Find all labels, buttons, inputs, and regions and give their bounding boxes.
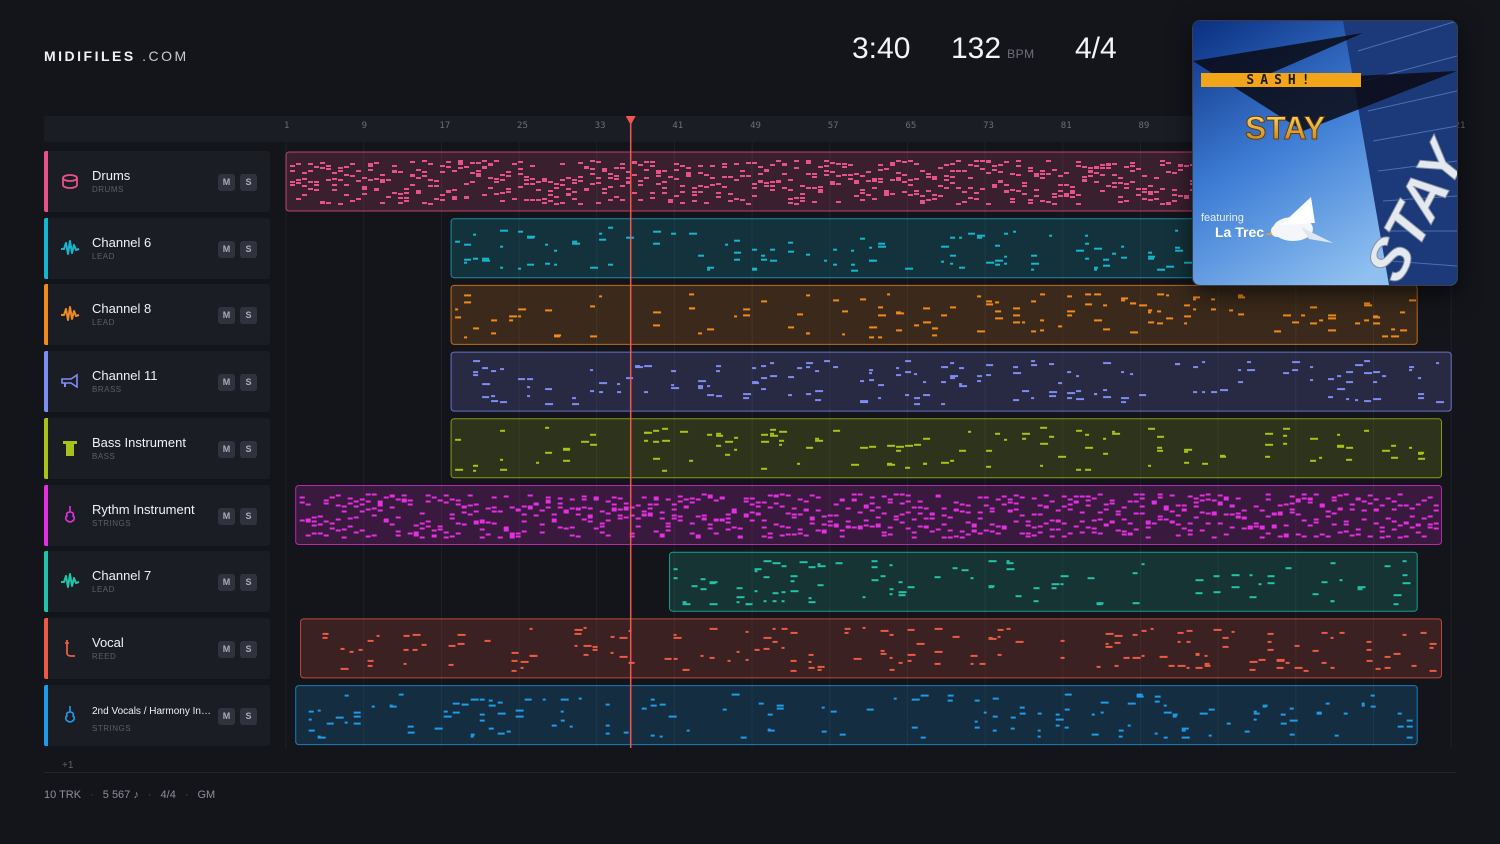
track-clip[interactable] [300, 618, 1442, 679]
track-color-bar [44, 417, 48, 479]
solo-button[interactable]: S [240, 307, 257, 325]
track-category: LEAD [92, 585, 115, 595]
mute-button[interactable]: M [218, 440, 235, 458]
track-name: Channel 11 [92, 368, 158, 384]
track-color-bar [44, 551, 48, 613]
note-count: 5 567 ♪ [102, 789, 139, 801]
violin-icon [60, 505, 80, 525]
track-color-bar [44, 151, 48, 212]
bass-icon [60, 438, 80, 458]
solo-button[interactable]: S [240, 374, 257, 392]
track-row[interactable]: Channel 6 LEAD M S [44, 217, 270, 279]
drum-icon [60, 171, 80, 191]
track-row[interactable]: 2nd Vocals / Harmony Ins... STRINGS M S [44, 684, 270, 746]
mute-button[interactable]: M [218, 574, 235, 592]
track-row[interactable]: Channel 7 LEAD M S [44, 551, 270, 613]
track-name: Channel 6 [92, 234, 152, 250]
cover-title: STAY [1245, 110, 1325, 146]
violin-icon [60, 705, 80, 725]
track-row[interactable]: Channel 11 BRASS M S [44, 351, 270, 413]
playhead-handle[interactable] [625, 116, 636, 125]
mute-button[interactable]: M [218, 174, 235, 191]
album-cover: SASH! STAY STAY featuring La Trec [1192, 20, 1458, 286]
solo-button[interactable]: S [240, 640, 257, 658]
track-category: LEAD [92, 318, 115, 328]
track-color-bar [44, 351, 48, 413]
track-category: BRASS [92, 385, 122, 395]
track-count: 10 TRK [44, 789, 82, 801]
track-color-bar [44, 284, 48, 346]
trumpet-icon [60, 371, 80, 391]
solo-button[interactable]: S [240, 240, 257, 258]
track-category: STRINGS [92, 518, 132, 528]
footer-stats: 10 TRK · 5 567 ♪ · 4/4 · GM [44, 789, 216, 801]
track-name: Bass Instrument [92, 434, 186, 450]
track-category: BASS [92, 451, 116, 461]
solo-button[interactable]: S [240, 174, 257, 191]
track-clip[interactable] [450, 418, 1442, 479]
cover-artist: SASH! [1246, 73, 1315, 88]
mute-button[interactable]: M [218, 240, 235, 258]
track-row[interactable]: Vocal REED M S [44, 617, 270, 679]
mute-button[interactable]: M [218, 507, 235, 525]
track-name: Drums [92, 168, 131, 183]
track-color-bar [44, 484, 48, 546]
waveform-icon [60, 571, 80, 591]
track-category: LEAD [92, 251, 115, 261]
more-tracks-indicator[interactable]: +1 [62, 760, 73, 771]
track-name: Channel 7 [92, 568, 152, 584]
track-category: DRUMS [92, 185, 124, 194]
waveform-icon [60, 304, 80, 324]
track-name: Rythm Instrument [92, 501, 195, 517]
midi-standard: GM [197, 789, 216, 801]
track-color-bar [44, 684, 48, 746]
mute-button[interactable]: M [218, 640, 235, 658]
mute-button[interactable]: M [218, 307, 235, 325]
track-name: 2nd Vocals / Harmony Ins... [92, 705, 212, 717]
track-row[interactable]: Channel 8 LEAD M S [44, 284, 270, 346]
track-category: REED [92, 651, 117, 661]
footer-time-signature: 4/4 [160, 789, 176, 801]
track-row[interactable]: Drums DRUMS M S [44, 151, 270, 212]
track-color-bar [44, 217, 48, 279]
solo-button[interactable]: S [240, 507, 257, 525]
cover-featured-artist: La Trec [1215, 224, 1264, 240]
footer-divider [44, 772, 1456, 773]
track-color-bar [44, 617, 48, 679]
track-row[interactable]: Bass Instrument BASS M S [44, 417, 270, 479]
mute-button[interactable]: M [218, 707, 235, 725]
solo-button[interactable]: S [240, 440, 257, 458]
reed-icon [60, 638, 80, 658]
track-name: Channel 8 [92, 301, 152, 317]
track-clip[interactable] [295, 685, 1418, 746]
solo-button[interactable]: S [240, 707, 257, 725]
solo-button[interactable]: S [240, 574, 257, 592]
track-name: Vocal [92, 634, 124, 650]
waveform-icon [60, 238, 80, 258]
track-category: STRINGS [92, 723, 132, 733]
mute-button[interactable]: M [218, 374, 235, 392]
cover-featuring: featuring [1201, 212, 1244, 224]
track-clip[interactable] [669, 551, 1418, 612]
track-clip[interactable] [450, 351, 1452, 412]
track-row[interactable]: Rythm Instrument STRINGS M S [44, 484, 270, 546]
